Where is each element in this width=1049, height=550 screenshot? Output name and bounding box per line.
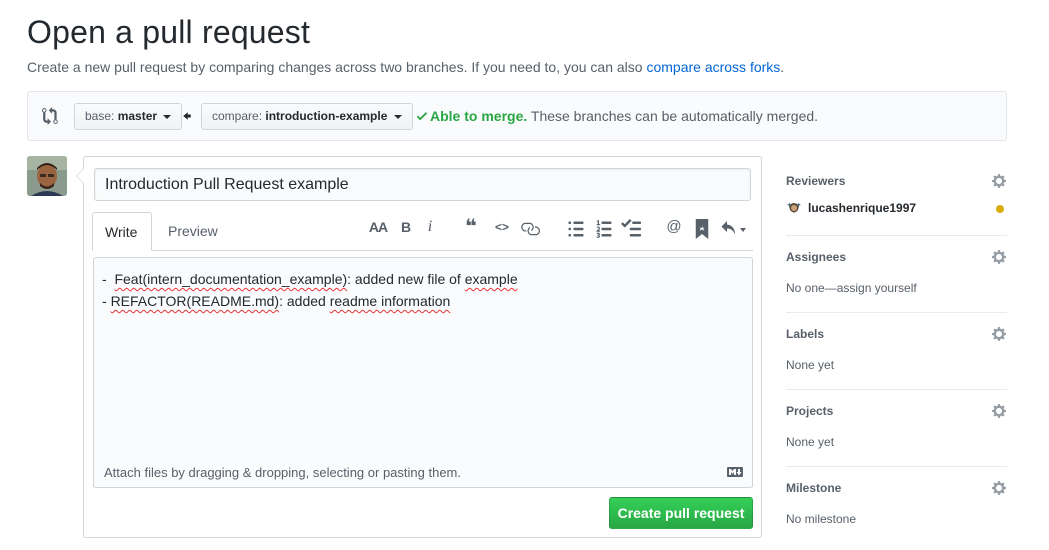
arrow-left-icon (183, 112, 191, 120)
create-pull-request-button[interactable]: Create pull request (609, 497, 753, 529)
git-compare-icon (42, 107, 58, 125)
tab-write[interactable]: Write (92, 212, 152, 251)
assign-yourself-link[interactable]: No one—assign yourself (786, 281, 917, 295)
check-icon (416, 112, 428, 121)
body-line: - Feat(intern_documentation_example): ad… (102, 271, 518, 287)
pr-body-textarea[interactable]: - Feat(intern_documentation_example): ad… (93, 257, 753, 487)
tabs-divider (92, 250, 753, 251)
labels-value: None yet (786, 358, 835, 372)
milestone-heading: Milestone (786, 481, 842, 495)
ordered-list-icon[interactable] (594, 219, 614, 239)
attach-files-bar[interactable]: Attach files by dragging & dropping, sel… (93, 457, 753, 488)
reviewers-section: Reviewers lucashenrique1997 (786, 160, 1007, 236)
header-text-icon[interactable]: AA (367, 217, 389, 237)
unordered-list-icon[interactable] (566, 219, 586, 239)
gear-icon[interactable] (991, 403, 1007, 419)
author-avatar (27, 156, 67, 196)
assignees-section: Assignees No one—assign yourself (786, 236, 1007, 313)
caret-down-icon (163, 114, 172, 119)
saved-replies-icon[interactable] (692, 219, 712, 239)
projects-section: Projects None yet (786, 390, 1007, 467)
tab-preview[interactable]: Preview (156, 212, 230, 250)
page-title: Open a pull request (27, 14, 311, 50)
review-pending-dot (996, 205, 1004, 213)
body-line: - REFACTOR(README.md): added readme info… (102, 293, 451, 309)
projects-heading: Projects (786, 404, 834, 418)
reviewers-heading: Reviewers (786, 174, 846, 188)
gear-icon[interactable] (991, 326, 1007, 342)
labels-heading: Labels (786, 327, 825, 341)
task-list-icon[interactable] (621, 219, 641, 239)
reviewer-item[interactable]: lucashenrique1997 (786, 200, 916, 216)
labels-section: Labels None yet (786, 313, 1007, 390)
pull-request-form: Write Preview AA B i ❝ <> @ - Feat(inter… (76, 156, 762, 538)
caret-down-icon (393, 114, 402, 119)
compare-branch-select[interactable]: compare: introduction-example (201, 103, 413, 130)
reviewer-avatar (786, 200, 802, 216)
gear-icon[interactable] (991, 249, 1007, 265)
milestone-section: Milestone No milestone (786, 467, 1007, 544)
pr-title-input[interactable] (94, 168, 751, 201)
merge-status: Able to merge. These branches can be aut… (416, 108, 818, 124)
code-icon[interactable]: <> (492, 217, 512, 237)
milestone-value: No milestone (786, 512, 857, 526)
gear-icon[interactable] (991, 480, 1007, 496)
italic-icon[interactable]: i (420, 217, 440, 237)
link-icon[interactable] (520, 219, 540, 239)
compare-across-forks-link[interactable]: compare across forks (646, 59, 780, 75)
mention-icon[interactable]: @ (664, 217, 684, 237)
markdown-icon (727, 467, 743, 477)
branch-range-bar: base: master compare: introduction-examp… (27, 91, 1007, 141)
reply-icon[interactable] (721, 219, 749, 239)
assignees-heading: Assignees (786, 250, 847, 264)
page-subtitle: Create a new pull request by comparing c… (27, 59, 785, 75)
bold-icon[interactable]: B (396, 217, 416, 237)
quote-icon[interactable]: ❝ (461, 217, 481, 237)
projects-value: None yet (786, 435, 835, 449)
gear-icon[interactable] (991, 173, 1007, 189)
base-branch-select[interactable]: base: master (74, 103, 183, 130)
